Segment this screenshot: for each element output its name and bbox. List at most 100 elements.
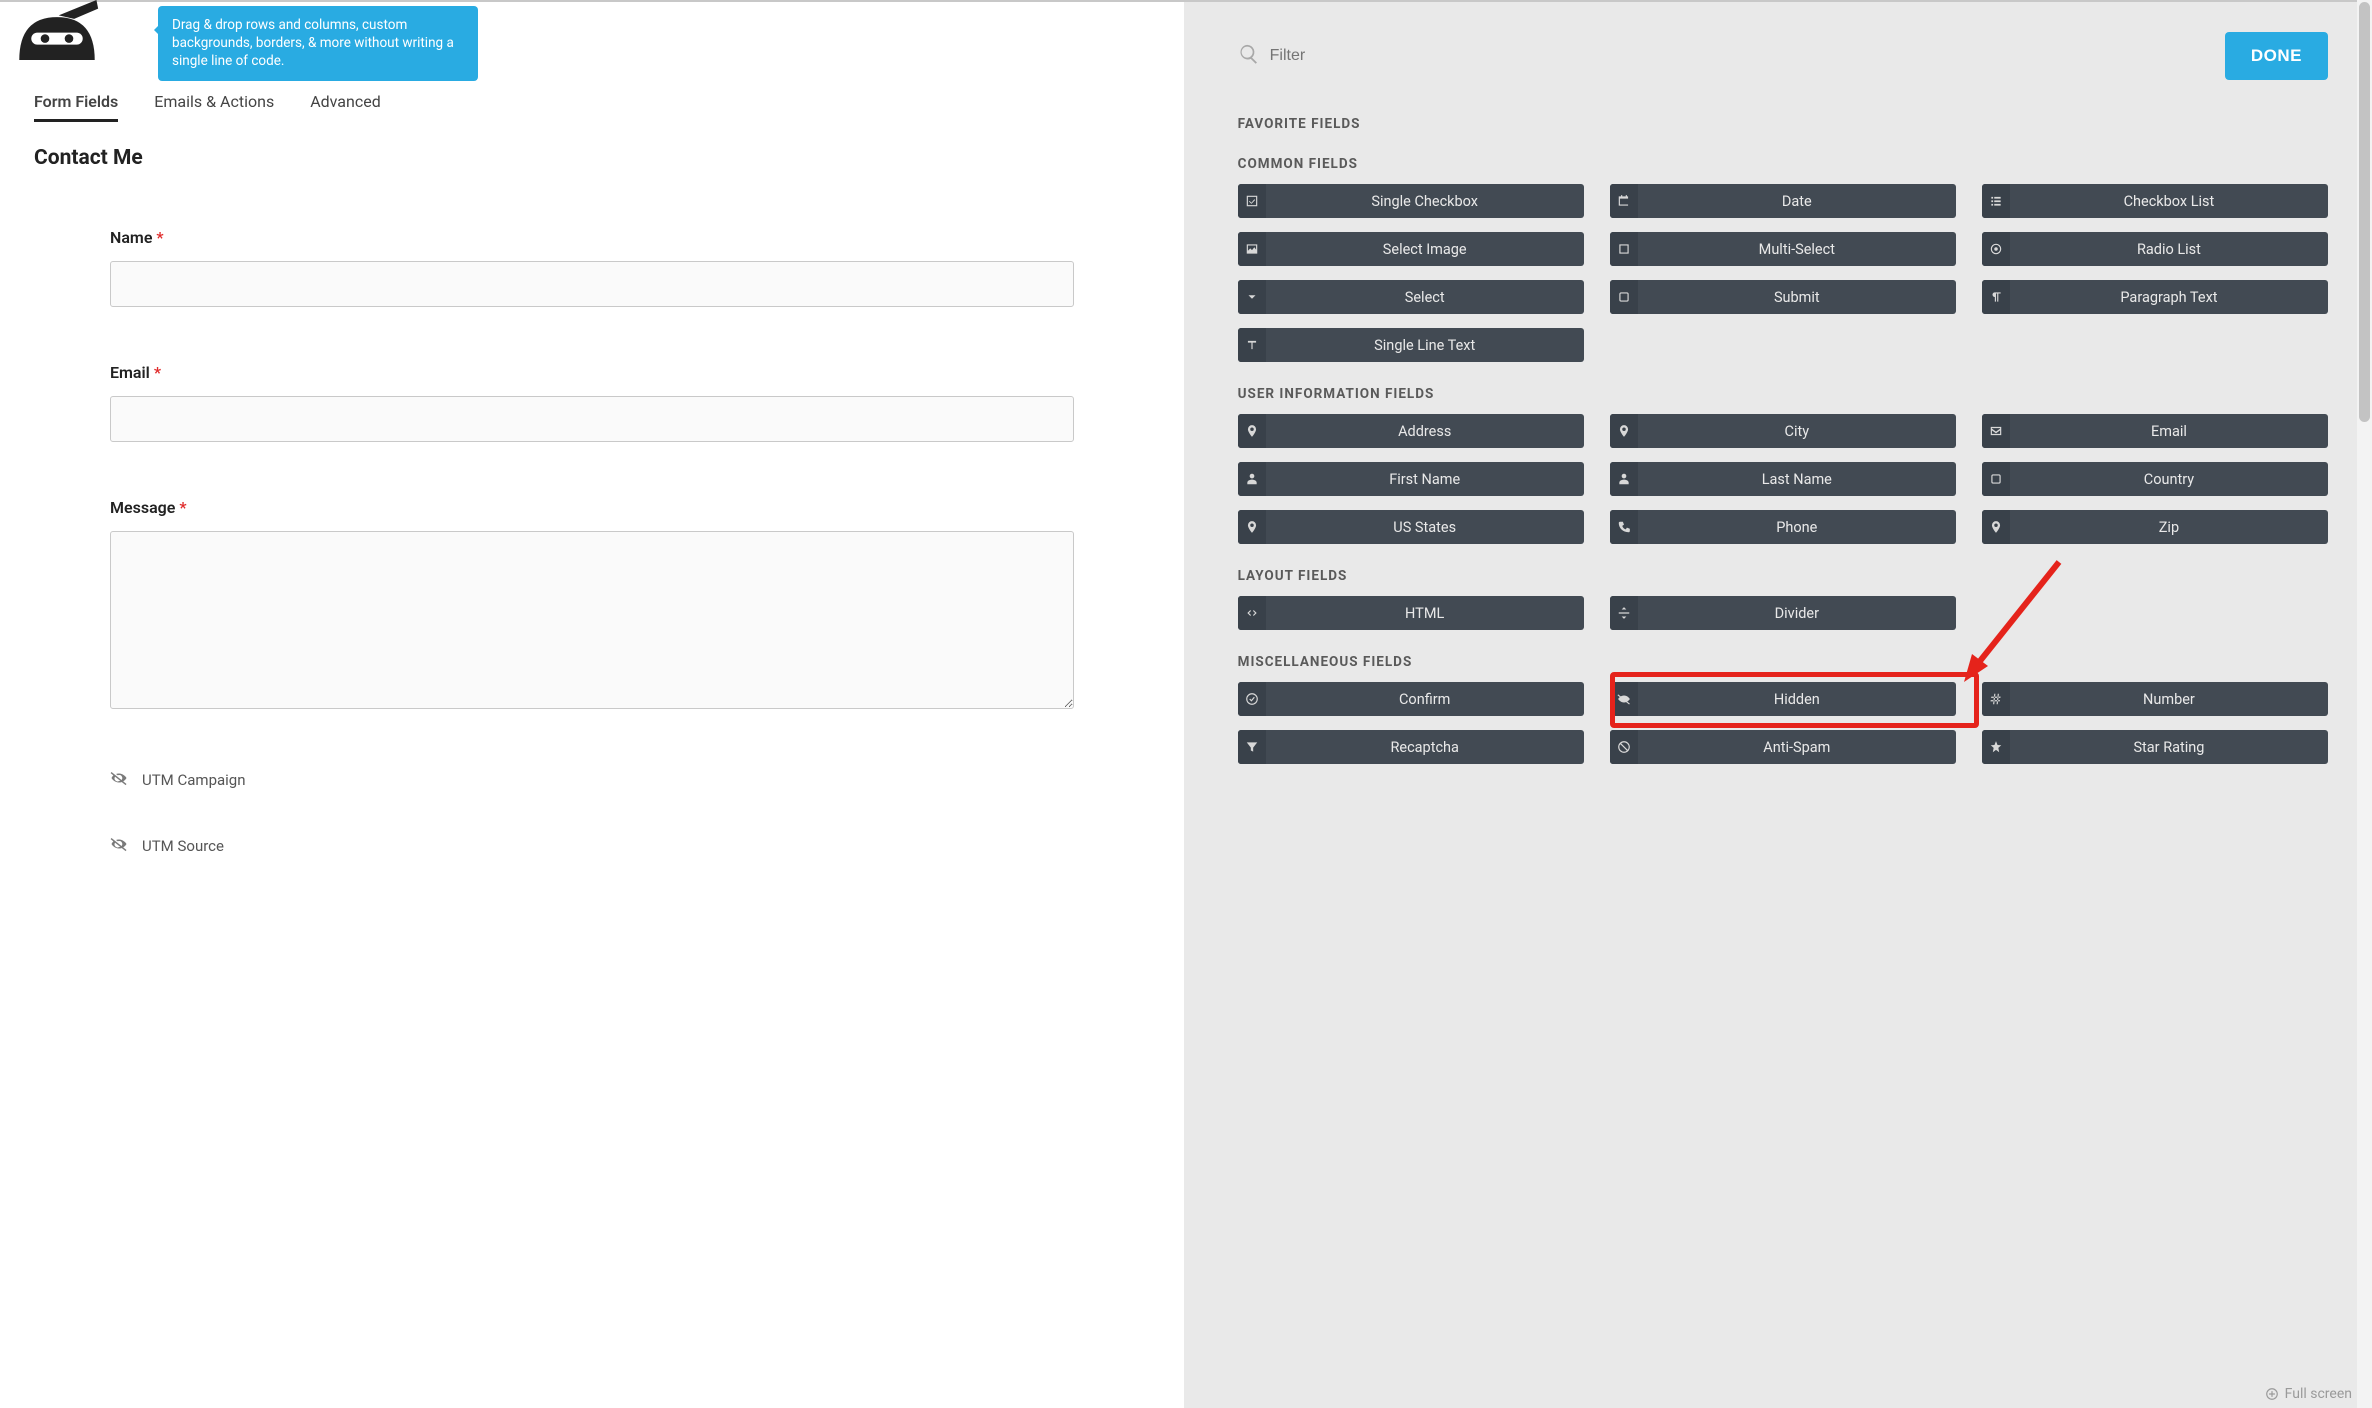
app-logo	[14, 0, 100, 60]
pill-star-rating[interactable]: Star Rating	[1982, 730, 2328, 764]
pin-icon	[1982, 510, 2010, 544]
ban-icon	[1610, 730, 1638, 764]
pill-single-line-text[interactable]: Single Line Text	[1238, 328, 1584, 362]
section-favorite-label: FAVORITE FIELDS	[1238, 116, 2328, 132]
filter-wrap	[1238, 43, 2225, 69]
envelope-icon	[1982, 414, 2010, 448]
fullscreen-label: Full screen	[2285, 1386, 2352, 1402]
pill-paragraph-text[interactable]: Paragraph Text	[1982, 280, 2328, 314]
pill-label: Address	[1266, 423, 1584, 440]
pill-anti-spam[interactable]: Anti-Spam	[1610, 730, 1956, 764]
done-button[interactable]: DONE	[2225, 32, 2328, 80]
pill-first-name[interactable]: First Name	[1238, 462, 1584, 496]
field-email-label: Email *	[110, 363, 1074, 382]
pill-confirm[interactable]: Confirm	[1238, 682, 1584, 716]
search-icon	[1238, 43, 1260, 69]
pill-radio-list[interactable]: Radio List	[1982, 232, 2328, 266]
pill-label: Single Checkbox	[1266, 193, 1584, 210]
hash-icon	[1982, 682, 2010, 716]
fullscreen-toggle[interactable]: Full screen	[2265, 1386, 2352, 1402]
pill-select-image[interactable]: Select Image	[1238, 232, 1584, 266]
pill-email[interactable]: Email	[1982, 414, 2328, 448]
tab-form-fields[interactable]: Form Fields	[34, 92, 118, 122]
radio-icon	[1982, 232, 2010, 266]
pill-date[interactable]: Date	[1610, 184, 1956, 218]
field-message-label: Message *	[110, 498, 1074, 517]
pill-recaptcha[interactable]: Recaptcha	[1238, 730, 1584, 764]
chevron-down-icon	[1238, 280, 1266, 314]
form-builder-panel: Drag & drop rows and columns, custom bac…	[0, 2, 1184, 1408]
name-input[interactable]	[110, 261, 1074, 307]
pill-checkbox-list[interactable]: Checkbox List	[1982, 184, 2328, 218]
pill-label: Phone	[1638, 519, 1956, 536]
field-email[interactable]: Email *	[110, 363, 1074, 442]
email-input[interactable]	[110, 396, 1074, 442]
pill-address[interactable]: Address	[1238, 414, 1584, 448]
pill-select[interactable]: Select	[1238, 280, 1584, 314]
expand-icon	[2265, 1387, 2279, 1401]
scrollbar-track[interactable]	[2357, 0, 2372, 1408]
pill-divider[interactable]: Divider	[1610, 596, 1956, 630]
pill-label: Email	[2010, 423, 2328, 440]
utm-source-label: UTM Source	[142, 837, 224, 855]
paragraph-icon	[1982, 280, 2010, 314]
pill-single-checkbox[interactable]: Single Checkbox	[1238, 184, 1584, 218]
layout-grid: HTML Divider	[1238, 596, 2328, 630]
form-title[interactable]: Contact Me	[0, 122, 1184, 170]
pill-city[interactable]: City	[1610, 414, 1956, 448]
field-name[interactable]: Name *	[110, 228, 1074, 307]
field-utm-campaign[interactable]: UTM Campaign	[110, 769, 1074, 791]
pill-label: Paragraph Text	[2010, 289, 2328, 306]
phone-icon	[1610, 510, 1638, 544]
pill-label: Zip	[2010, 519, 2328, 536]
pill-label: Last Name	[1638, 471, 1956, 488]
eye-slash-icon	[1610, 682, 1638, 716]
image-icon	[1238, 232, 1266, 266]
pill-label: Anti-Spam	[1638, 739, 1956, 756]
required-star: *	[179, 498, 186, 517]
hidden-icon	[110, 769, 128, 791]
pill-submit[interactable]: Submit	[1610, 280, 1956, 314]
pill-phone[interactable]: Phone	[1610, 510, 1956, 544]
pill-label: Number	[2010, 691, 2328, 708]
filter-input[interactable]	[1270, 47, 1570, 65]
pill-label: Radio List	[2010, 241, 2328, 258]
tab-advanced[interactable]: Advanced	[310, 92, 381, 122]
pill-label: Confirm	[1266, 691, 1584, 708]
pill-last-name[interactable]: Last Name	[1610, 462, 1956, 496]
common-fields-grid: Single Checkbox Date Checkbox List Selec…	[1238, 184, 2328, 362]
square-icon	[1610, 232, 1638, 266]
pill-country[interactable]: Country	[1982, 462, 2328, 496]
user-icon	[1238, 462, 1266, 496]
misc-grid: Confirm Hidden Number Recaptcha Anti-Spa…	[1238, 682, 2328, 764]
pill-label: Divider	[1638, 605, 1956, 622]
utm-campaign-label: UTM Campaign	[142, 771, 246, 789]
pin-icon	[1238, 414, 1266, 448]
calendar-icon	[1610, 184, 1638, 218]
pill-label: Date	[1638, 193, 1956, 210]
text-icon	[1238, 328, 1266, 362]
pill-label: Submit	[1638, 289, 1956, 306]
square-icon	[1610, 280, 1638, 314]
user-info-grid: Address City Email First Name Last Name …	[1238, 414, 2328, 544]
section-misc-label: MISCELLANEOUS FIELDS	[1238, 654, 2328, 670]
pill-html[interactable]: HTML	[1238, 596, 1584, 630]
field-utm-source[interactable]: UTM Source	[110, 835, 1074, 857]
scrollbar-thumb[interactable]	[2359, 2, 2370, 422]
pill-label: Checkbox List	[2010, 193, 2328, 210]
user-icon	[1610, 462, 1638, 496]
field-name-label: Name *	[110, 228, 1074, 247]
tab-emails-actions[interactable]: Emails & Actions	[154, 92, 274, 122]
pill-label: Country	[2010, 471, 2328, 488]
section-user-info-label: USER INFORMATION FIELDS	[1238, 386, 2328, 402]
form-preview: Name * Email * Message * UTM Campaign UT…	[0, 170, 1184, 911]
message-textarea[interactable]	[110, 531, 1074, 709]
field-message[interactable]: Message *	[110, 498, 1074, 713]
pill-zip[interactable]: Zip	[1982, 510, 2328, 544]
pill-multi-select[interactable]: Multi-Select	[1610, 232, 1956, 266]
section-layout-label: LAYOUT FIELDS	[1238, 568, 2328, 584]
pill-hidden[interactable]: Hidden	[1610, 682, 1956, 716]
pill-us-states[interactable]: US States	[1238, 510, 1584, 544]
section-common-label: COMMON FIELDS	[1238, 156, 2328, 172]
pill-number[interactable]: Number	[1982, 682, 2328, 716]
